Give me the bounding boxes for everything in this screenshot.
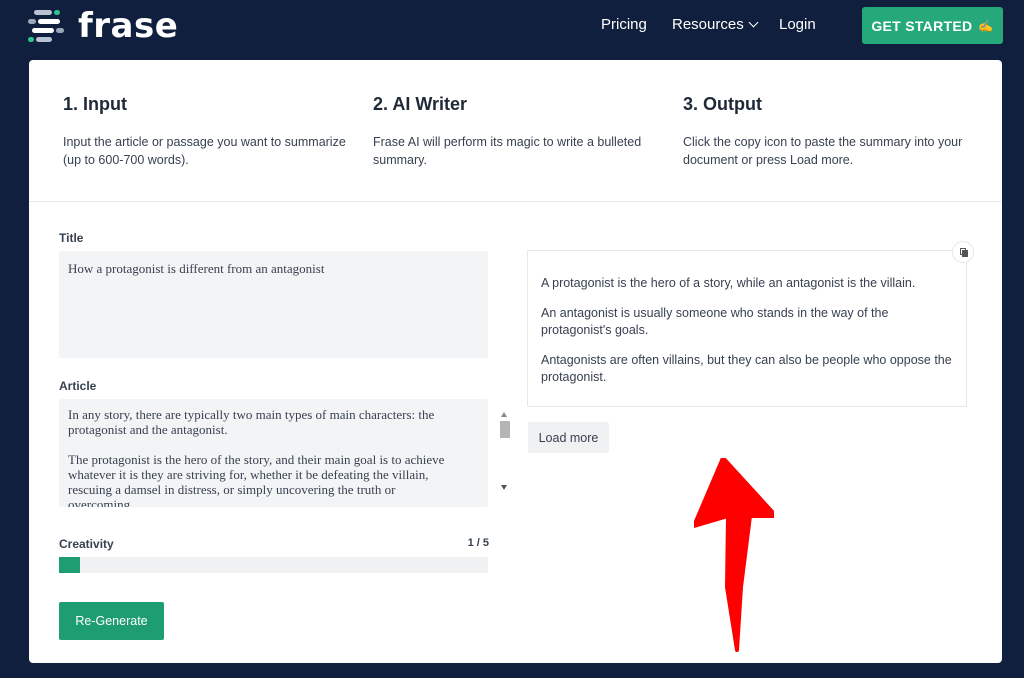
nav-resources-label: Resources [672,16,744,33]
nav-resources[interactable]: Resources [672,16,759,33]
creativity-label: Creativity [59,537,114,551]
steps-section: 1. Input Input the article or passage yo… [29,60,1002,202]
scroll-up-icon[interactable] [501,412,507,417]
article-paragraph: The protagonist is the hero of the story… [68,452,445,507]
annotation-arrow-icon [694,458,774,652]
get-started-button[interactable]: GET STARTED ✍ [862,7,1003,44]
load-more-button[interactable]: Load more [528,422,609,453]
step-description: Click the copy icon to paste the summary… [683,135,963,167]
nav-login[interactable]: Login [779,16,816,33]
title-label: Title [59,231,84,245]
nav-pricing[interactable]: Pricing [601,16,647,33]
writing-hand-icon: ✍ [978,18,994,33]
creativity-slider-fill [59,557,81,573]
summarizer-card: 1. Input Input the article or passage yo… [29,60,1002,663]
article-paragraph: In any story, there are typically two ma… [68,407,435,437]
scroll-thumb[interactable] [500,421,510,438]
frase-logo[interactable]: frase [28,6,178,46]
article-scrollbar[interactable] [498,412,512,496]
step-output: 3. Output Click the copy icon to paste t… [683,94,973,169]
step-ai-writer: 2. AI Writer Frase AI will perform its m… [373,94,663,169]
chevron-down-icon [748,17,759,28]
step-description: Frase AI will perform its magic to write… [373,135,642,167]
title-input[interactable]: How a protagonist is different from an a… [59,251,488,358]
summary-bullet: Antagonists are often villains, but they… [541,353,952,384]
scroll-down-icon[interactable] [501,485,507,490]
creativity-count: 1 / 5 [467,537,489,549]
summary-bullet: An antagonist is usually someone who sta… [541,306,889,337]
top-navigation: frase Pricing Resources Login GET STARTE… [0,0,1024,52]
summary-bullet: A protagonist is the hero of a story, wh… [541,276,916,290]
summary-output: A protagonist is the hero of a story, wh… [527,250,967,407]
step-input: 1. Input Input the article or passage yo… [63,94,353,169]
copy-icon[interactable] [952,241,974,263]
step-title: 2. AI Writer [373,94,468,114]
regenerate-button[interactable]: Re-Generate [59,602,164,640]
step-title: 3. Output [683,94,762,114]
get-started-label: GET STARTED [871,17,973,34]
article-textarea[interactable]: In any story, there are typically two ma… [59,399,488,507]
logo-mark-icon [28,7,70,45]
article-label: Article [59,379,97,393]
step-title: 1. Input [63,94,127,114]
logo-text: frase [78,6,179,46]
step-description: Input the article or passage you want to… [63,135,346,167]
creativity-slider[interactable] [59,557,488,573]
